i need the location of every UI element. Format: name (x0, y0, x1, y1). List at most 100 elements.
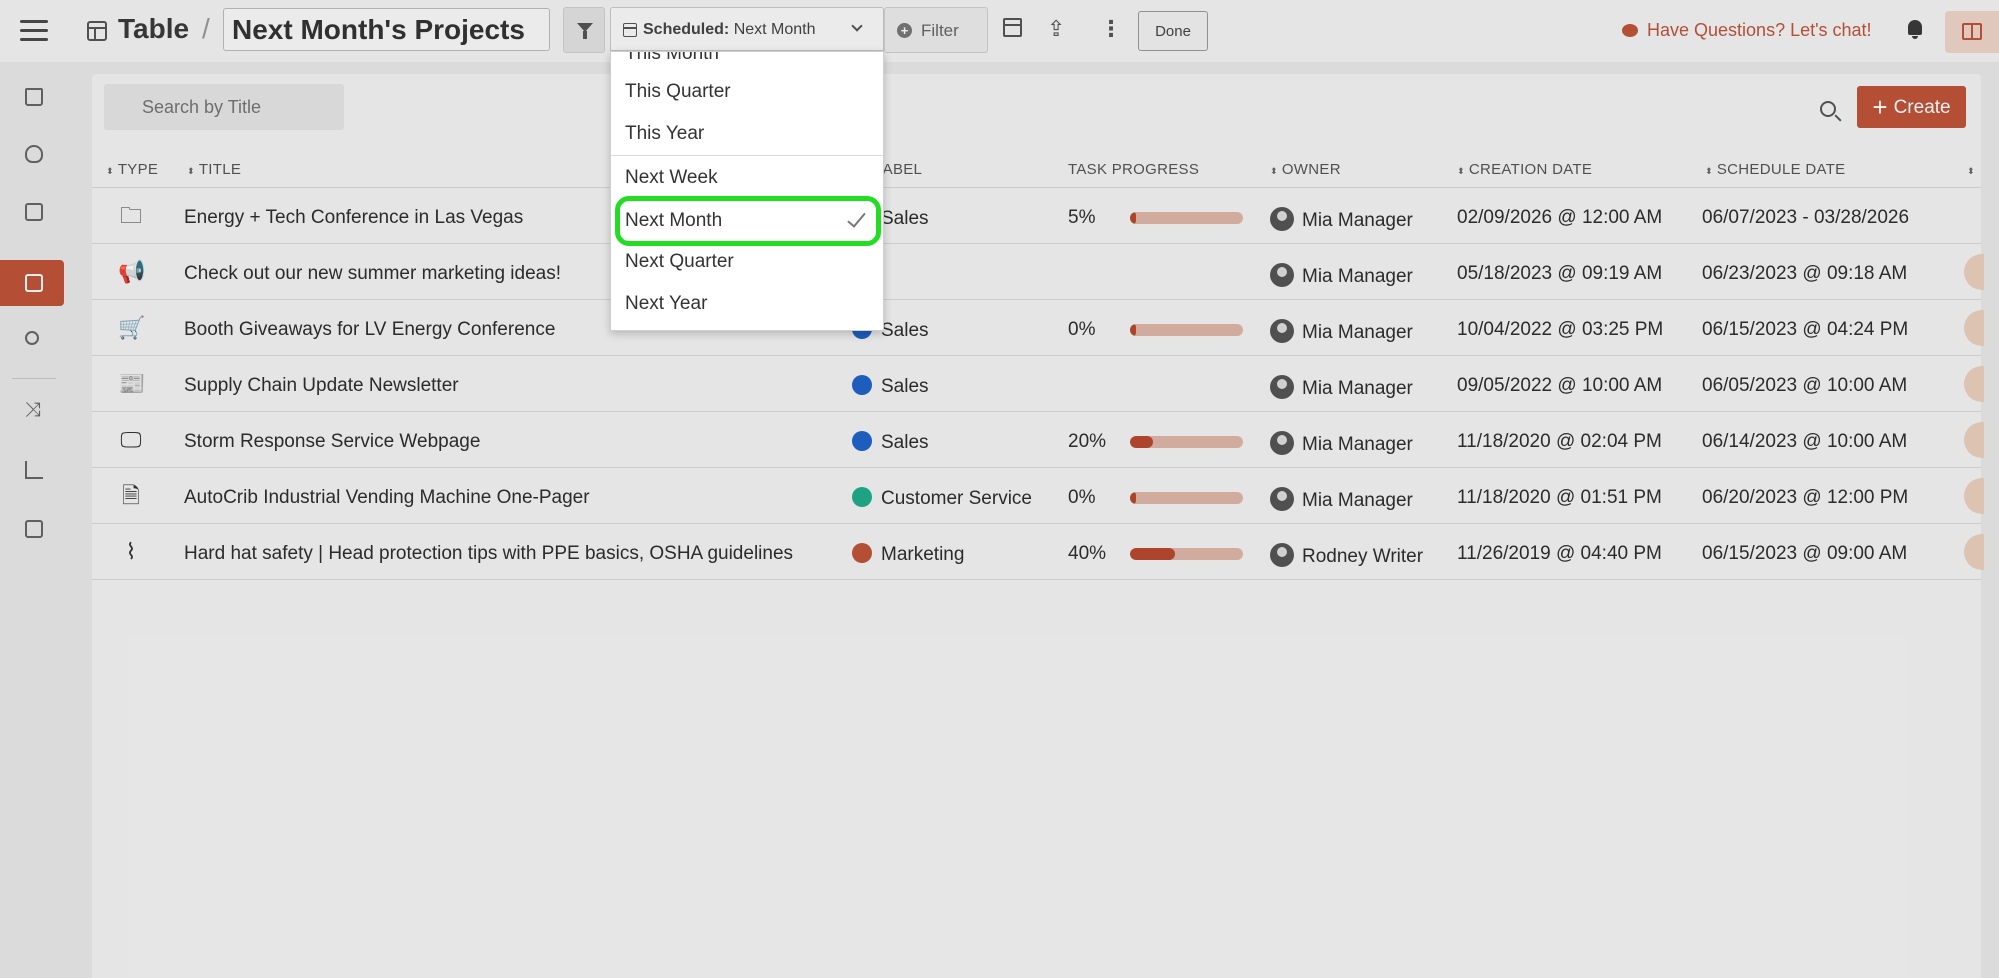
sidebar-item-assets[interactable] (0, 506, 64, 552)
rss-icon: ⌇ (125, 539, 137, 564)
row-owner-name: Mia Manager (1302, 322, 1413, 343)
table-row[interactable]: 🛒 Booth Giveaways for LV Energy Conferenc… (92, 300, 1984, 356)
row-owner[interactable]: Mia Manager (1270, 263, 1413, 288)
column-title-label: TITLE (198, 161, 242, 178)
row-action-button[interactable] (1964, 254, 1984, 290)
sidebar: ⤨ (0, 62, 68, 978)
sidebar-item-table[interactable] (0, 260, 64, 306)
row-creation-date: 11/26/2019 @ 04:40 PM (1457, 543, 1662, 564)
column-schedule-label: SCHEDULE DATE (1716, 161, 1846, 178)
dropdown-option-this-year[interactable]: This Year (625, 123, 704, 145)
share-icon[interactable]: ⇪ (1047, 18, 1069, 40)
row-creation-date: 02/09/2026 @ 12:00 AM (1457, 207, 1663, 228)
row-owner[interactable]: Mia Manager (1270, 319, 1413, 344)
row-action-button[interactable] (1964, 478, 1984, 514)
row-creation-date: 11/18/2020 @ 01:51 PM (1457, 487, 1662, 508)
table-row[interactable]: 🖵 Storm Response Service Webpage Sales 20% M… (92, 412, 1984, 468)
monitor-icon: 🖵 (120, 427, 142, 452)
row-owner[interactable]: Mia Manager (1270, 207, 1413, 232)
row-owner-name: Mia Manager (1302, 210, 1413, 231)
column-creation-label: CREATION DATE (1468, 161, 1593, 178)
avatar (1270, 207, 1294, 231)
row-schedule-date: 06/14/2023 @ 10:00 AM (1702, 431, 1908, 452)
breadcrumb-separator: / (202, 13, 210, 44)
search-input[interactable] (104, 84, 344, 130)
add-filter-button[interactable]: + Filter (884, 7, 988, 53)
scheduled-filter-text: Scheduled: Next Month (643, 21, 816, 39)
row-schedule-date: 06/23/2023 @ 09:18 AM (1702, 263, 1908, 284)
column-progress-label: TASK PROGRESS (1068, 161, 1200, 178)
row-title[interactable]: AutoCrib Industrial Vending Machine One-… (184, 487, 590, 509)
table-row[interactable]: 📰 Supply Chain Update Newsletter Sales Mia … (92, 356, 1984, 412)
notification-bell-icon[interactable] (1906, 20, 1924, 39)
view-title-input[interactable] (223, 8, 550, 51)
row-title[interactable]: Booth Giveaways for LV Energy Conference (184, 319, 555, 341)
dropdown-option-next-year[interactable]: Next Year (625, 293, 707, 315)
row-action-button[interactable] (1964, 310, 1984, 346)
help-book-button[interactable] (1945, 11, 1999, 53)
row-title[interactable]: Energy + Tech Conference in Las Vegas (184, 207, 523, 229)
row-owner[interactable]: Mia Manager (1270, 487, 1413, 512)
column-header-type[interactable]: ⬍ TYPE (106, 161, 158, 178)
table-icon (25, 274, 43, 292)
funnel-icon (577, 23, 593, 39)
column-settings-icon[interactable] (1003, 18, 1022, 37)
done-button[interactable]: Done (1138, 11, 1208, 51)
search-icon[interactable] (1820, 101, 1836, 117)
column-header-more[interactable]: ⬍ (1967, 161, 1979, 178)
sidebar-divider (12, 378, 56, 379)
scheduled-label: Scheduled: (643, 21, 730, 38)
create-button[interactable]: + Create (1857, 86, 1966, 128)
row-schedule-date: 06/05/2023 @ 10:00 AM (1702, 375, 1908, 396)
progress-bar (1130, 548, 1243, 560)
table-row[interactable]: 📢 Check out our new summer marketing idea… (92, 244, 1984, 300)
row-action-button[interactable] (1964, 366, 1984, 402)
plus-circle-icon: + (897, 23, 912, 38)
dropdown-option-this-quarter[interactable]: This Quarter (625, 81, 731, 103)
sidebar-item-calendar[interactable] (0, 189, 64, 235)
progress-bar-fill (1130, 492, 1136, 504)
sidebar-item-ideas[interactable] (0, 131, 64, 177)
column-header-owner[interactable]: ⬍ OWNER (1270, 161, 1341, 178)
row-label: Marketing (852, 543, 964, 566)
row-title[interactable]: Check out our new summer marketing ideas… (184, 263, 561, 285)
row-action-button[interactable] (1964, 534, 1984, 570)
row-title[interactable]: Supply Chain Update Newsletter (184, 375, 459, 397)
column-header-schedule-date[interactable]: ⬍ SCHEDULE DATE (1705, 161, 1846, 178)
bulb-icon (25, 145, 43, 163)
row-owner[interactable]: Rodney Writer (1270, 543, 1423, 568)
top-bar: Table / Scheduled: Next Month + Filter ⇪… (0, 0, 1999, 62)
row-owner[interactable]: Mia Manager (1270, 431, 1413, 456)
table-row[interactable]: ⌇ Hard hat safety | Head protection tips … (92, 524, 1984, 580)
table-row[interactable]: 🗀 Energy + Tech Conference in Las Vegas Sa… (92, 188, 1981, 244)
column-type-label: TYPE (117, 161, 159, 178)
sidebar-item-workflow[interactable]: ⤨ (0, 389, 64, 435)
dropdown-option-next-week[interactable]: Next Week (625, 167, 718, 189)
row-title[interactable]: Hard hat safety | Head protection tips w… (184, 543, 793, 565)
scheduled-filter-dropdown[interactable]: Scheduled: Next Month (610, 7, 884, 51)
sidebar-item-analytics[interactable] (0, 447, 64, 493)
column-header-creation-date[interactable]: ⬍ CREATION DATE (1457, 161, 1592, 178)
chat-link[interactable]: Have Questions? Let's chat! (1622, 20, 1872, 41)
dropdown-option-this-month[interactable]: This Month (625, 52, 719, 65)
row-action-button[interactable] (1964, 422, 1984, 458)
row-title[interactable]: Storm Response Service Webpage (184, 431, 480, 453)
avatar (1270, 431, 1294, 455)
row-label: Sales (852, 375, 929, 398)
dropdown-option-next-quarter[interactable]: Next Quarter (625, 251, 734, 273)
column-header-task-progress[interactable]: TASK PROGRESS (1068, 161, 1199, 178)
cart-icon: 🛒 (118, 315, 146, 340)
row-owner[interactable]: Mia Manager (1270, 375, 1413, 400)
sidebar-item-people[interactable] (0, 317, 64, 363)
sidebar-item-home[interactable] (0, 74, 64, 120)
row-label-text: Sales (881, 376, 929, 397)
filter-toggle-button[interactable] (563, 7, 605, 53)
more-options-icon[interactable]: ⋮ (1100, 18, 1122, 40)
column-header-title[interactable]: ⬍ TITLE (187, 161, 241, 178)
menu-icon[interactable] (20, 20, 48, 42)
table-row[interactable]: 🗎 AutoCrib Industrial Vending Machine One… (92, 468, 1984, 524)
row-creation-date: 11/18/2020 @ 02:04 PM (1457, 431, 1662, 452)
chat-bubble-icon (1622, 24, 1638, 37)
breadcrumb-root[interactable]: Table (118, 13, 189, 45)
selected-option-highlight (615, 196, 881, 246)
